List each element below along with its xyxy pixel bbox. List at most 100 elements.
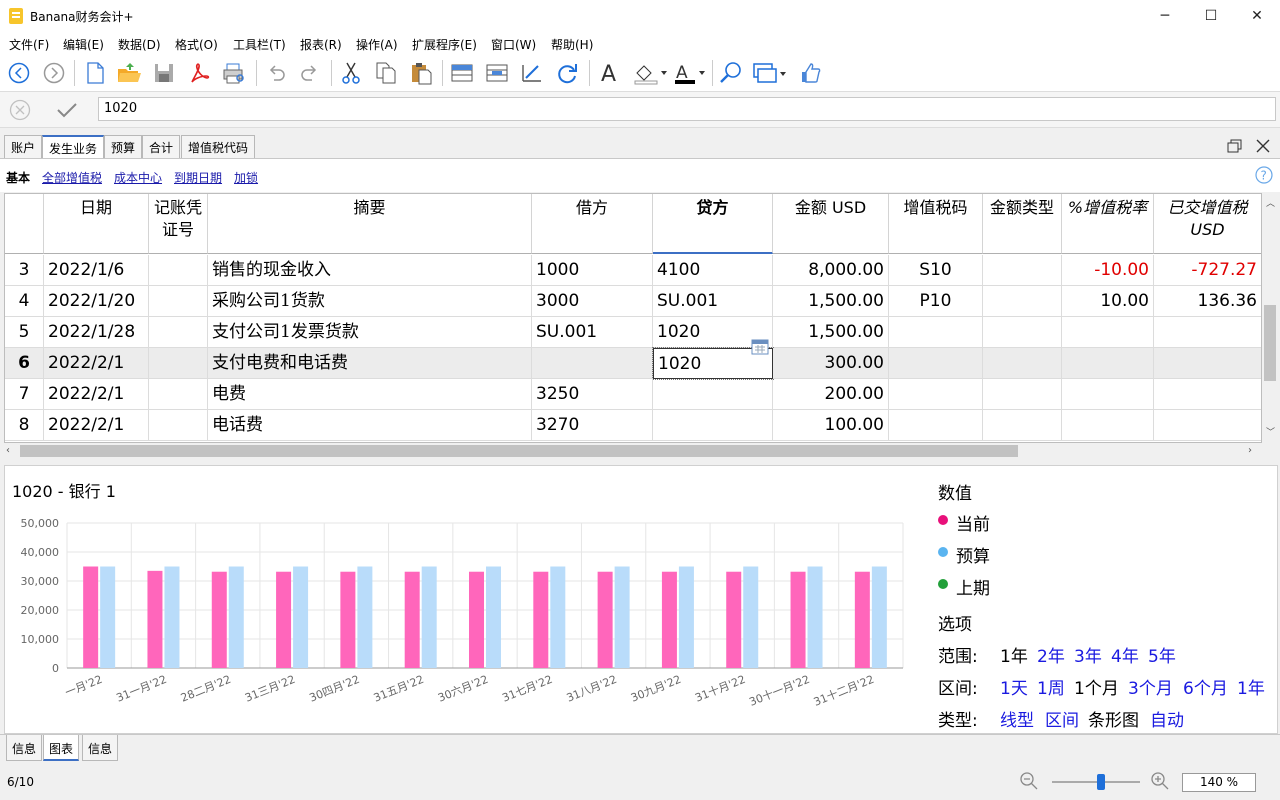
doc-number-cell[interactable] — [149, 286, 208, 317]
zoom-in-icon[interactable] — [1150, 771, 1170, 791]
description-cell[interactable]: 支付公司1发票货款 — [208, 317, 532, 348]
maximize-button[interactable]: ☐ — [1188, 0, 1234, 32]
vat-paid-cell[interactable] — [1154, 379, 1261, 410]
minimize-button[interactable]: ─ — [1142, 0, 1188, 32]
date-cell[interactable]: 2022/1/28 — [44, 317, 149, 348]
view-cost-centers[interactable]: 成本中心 — [114, 169, 162, 186]
tab-vat-codes[interactable]: 增值税代码 — [181, 135, 256, 158]
calendar-icon[interactable] — [751, 339, 769, 355]
print-preview-icon[interactable] — [221, 60, 247, 86]
vat-rate-cell[interactable] — [1062, 348, 1154, 379]
bar-budget[interactable] — [357, 566, 373, 669]
amount-cell[interactable]: 300.00 — [773, 348, 889, 379]
range-1y[interactable]: 1年 — [1000, 642, 1028, 667]
interval-1y[interactable]: 1年 — [1237, 674, 1265, 699]
zoom-level[interactable]: 140 % — [1182, 773, 1256, 792]
header-debit[interactable]: 借方 — [532, 194, 653, 254]
bar-budget[interactable] — [486, 566, 501, 669]
tab-info-2[interactable]: 信息 — [82, 735, 119, 761]
back-icon[interactable] — [6, 60, 32, 86]
interval-1w[interactable]: 1周 — [1037, 674, 1065, 699]
save-icon[interactable] — [151, 60, 177, 86]
date-cell[interactable]: 2022/2/1 — [44, 410, 149, 441]
interval-3m[interactable]: 3个月 — [1128, 674, 1173, 699]
amount-type-cell[interactable] — [983, 317, 1062, 348]
header-date[interactable]: 日期 — [44, 194, 149, 254]
menu-help[interactable]: 帮助(H) — [551, 36, 593, 53]
header-vat-rate[interactable]: %增值税率 — [1062, 194, 1154, 254]
date-cell[interactable]: 2022/2/1 — [44, 379, 149, 410]
bar-budget[interactable] — [550, 566, 566, 669]
forward-icon[interactable] — [41, 60, 67, 86]
vat-paid-cell[interactable] — [1154, 348, 1261, 379]
horizontal-scrollbar[interactable]: ‹ › — [4, 443, 1262, 459]
open-folder-icon[interactable] — [116, 60, 142, 86]
legend-current[interactable]: 当前 — [956, 510, 990, 535]
vertical-scrollbar[interactable]: ︿ ﹀ — [1262, 193, 1278, 443]
thumbs-up-icon[interactable] — [797, 60, 823, 86]
bar-current[interactable] — [211, 571, 227, 668]
description-cell[interactable]: 支付电费和电话费 — [208, 348, 532, 379]
vat-code-cell[interactable] — [889, 348, 983, 379]
type-auto[interactable]: 自动 — [1150, 706, 1184, 731]
menu-file[interactable]: 文件(F) — [9, 36, 49, 53]
cut-icon[interactable] — [338, 60, 364, 86]
vat-rate-cell[interactable]: 10.00 — [1062, 286, 1154, 317]
type-range[interactable]: 区间 — [1045, 706, 1079, 731]
fill-color-icon[interactable] — [632, 60, 668, 86]
description-cell[interactable]: 销售的现金收入 — [208, 255, 532, 286]
delete-rows-icon[interactable] — [484, 60, 510, 86]
bar-budget[interactable] — [293, 566, 309, 669]
debit-cell[interactable]: 3270 — [532, 410, 653, 441]
description-cell[interactable]: 电话费 — [208, 410, 532, 441]
vat-paid-cell[interactable] — [1154, 410, 1261, 441]
doc-number-cell[interactable] — [149, 317, 208, 348]
doc-number-cell[interactable] — [149, 255, 208, 286]
credit-cell[interactable]: 4100 — [653, 255, 773, 286]
amount-cell[interactable]: 100.00 — [773, 410, 889, 441]
amount-cell[interactable]: 8,000.00 — [773, 255, 889, 286]
bar-budget[interactable] — [871, 566, 887, 669]
windows-icon[interactable] — [752, 60, 788, 86]
amount-type-cell[interactable] — [983, 348, 1062, 379]
bar-current[interactable] — [597, 571, 613, 668]
vat-code-cell[interactable] — [889, 379, 983, 410]
credit-cell[interactable] — [653, 379, 773, 410]
bar-budget[interactable] — [100, 566, 116, 669]
vat-code-cell[interactable] — [889, 410, 983, 441]
menu-window[interactable]: 窗口(W) — [491, 36, 536, 53]
amount-type-cell[interactable] — [983, 286, 1062, 317]
debit-cell[interactable]: SU.001 — [532, 317, 653, 348]
vat-paid-cell[interactable]: 136.36 — [1154, 286, 1261, 317]
undo-icon[interactable] — [263, 60, 289, 86]
vat-code-cell[interactable] — [889, 317, 983, 348]
legend-budget[interactable]: 预算 — [956, 542, 990, 567]
zoom-slider[interactable] — [1052, 781, 1140, 783]
description-cell[interactable]: 电费 — [208, 379, 532, 410]
bar-current[interactable] — [340, 571, 356, 668]
confirm-edit-icon[interactable] — [55, 99, 79, 121]
zoom-out-icon[interactable] — [1019, 771, 1039, 791]
search-icon[interactable] — [718, 60, 744, 86]
doc-number-cell[interactable] — [149, 410, 208, 441]
view-all-vat[interactable]: 全部增值税 — [42, 169, 102, 186]
range-5y[interactable]: 5年 — [1148, 642, 1176, 667]
debit-cell[interactable] — [532, 348, 653, 379]
debit-cell[interactable]: 3250 — [532, 379, 653, 410]
bar-current[interactable] — [726, 571, 742, 668]
bar-budget[interactable] — [807, 566, 823, 669]
credit-cell[interactable] — [653, 410, 773, 441]
amount-type-cell[interactable] — [983, 379, 1062, 410]
bar-current[interactable] — [661, 571, 677, 668]
menu-reports[interactable]: 报表(R) — [300, 36, 342, 53]
vat-code-cell[interactable]: S10 — [889, 255, 983, 286]
legend-previous[interactable]: 上期 — [956, 574, 990, 599]
type-bar[interactable]: 条形图 — [1088, 706, 1139, 731]
header-amount-type[interactable]: 金额类型 — [983, 194, 1062, 254]
header-vat-paid[interactable]: 已交增值税 USD — [1154, 194, 1261, 254]
bar-current[interactable] — [147, 570, 163, 668]
bar-budget[interactable] — [743, 566, 759, 669]
amount-type-cell[interactable] — [983, 410, 1062, 441]
date-cell[interactable]: 2022/2/1 — [44, 348, 149, 379]
recheck-refresh-icon[interactable] — [554, 60, 580, 86]
